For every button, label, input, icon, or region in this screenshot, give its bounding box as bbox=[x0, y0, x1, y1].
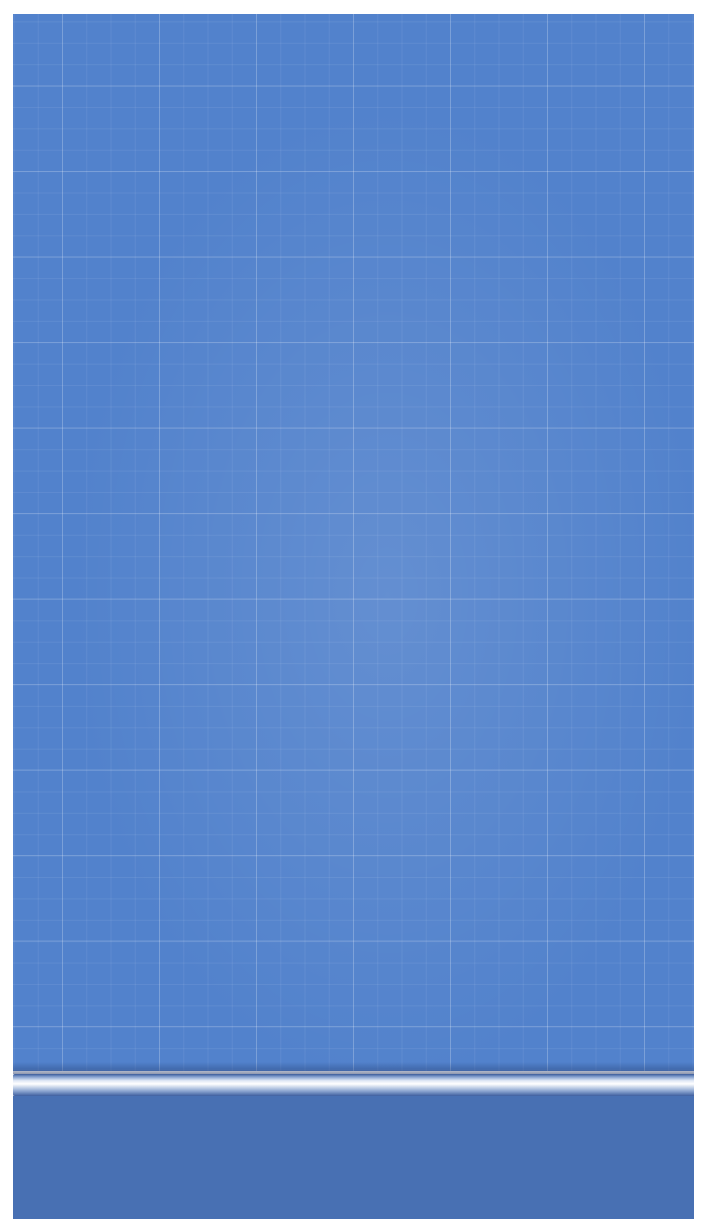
shelf-shadow bbox=[13, 1062, 694, 1074]
glossy-shelf-divider bbox=[13, 1074, 694, 1096]
blueprint-grid-background bbox=[13, 14, 694, 1071]
bottom-panel bbox=[13, 1096, 694, 1219]
app-screen bbox=[13, 14, 694, 1219]
